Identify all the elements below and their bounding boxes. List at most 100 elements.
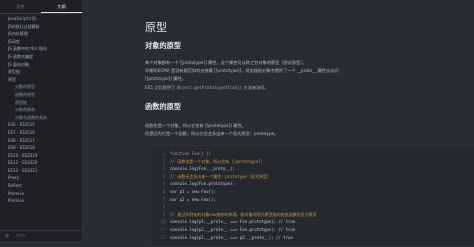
outline-item-label: ES6 - ES2015 (8, 122, 35, 128)
code-line: 9 // 通过实例化的对象new操作的原理，新对象的隐式原型指向构造函数的显式原型 (151, 211, 474, 219)
line-number: 9 (162, 211, 165, 217)
paragraph: 但是因为它是一个函数，所以它还会多出来一个显式原型：prototype。 (145, 131, 279, 136)
outline-item-label: ES9 - ES2018 (8, 145, 35, 151)
page-title: 原型 (145, 21, 167, 34)
chevron-right-icon[interactable]: › (3, 68, 4, 76)
tab-files[interactable]: 文件 (0, 0, 41, 13)
paragraph: ES5 之后提供了 Object.getPrototypeOf(obj) 方法来… (145, 84, 269, 92)
code-text: var p2 = new Foo(); (170, 196, 216, 202)
outline-item-label: Reflect (8, 183, 22, 189)
line-number: 7 (162, 196, 165, 202)
outline-item[interactable]: 对象与函数的关系 (0, 114, 82, 122)
outline-item-label: JS 函数式编程 (8, 53, 33, 59)
outline-item[interactable]: › JS 函数式编程 (0, 53, 82, 61)
outline-item[interactable]: › Promise (0, 190, 82, 198)
outline-item[interactable]: 原型链 (0, 99, 82, 107)
chevron-right-icon[interactable]: › (3, 61, 4, 69)
outline-item-label: Promise (8, 198, 24, 204)
chevron-right-icon[interactable]: › (3, 182, 4, 190)
outline-item-label: Promise (8, 190, 24, 196)
outline-item[interactable]: › 原型链 (0, 68, 82, 76)
sidebar-tabs: 文件 大纲 (0, 0, 82, 14)
paragraph: 早期的ECMA 是没有规范如何去查看 [[prototype]]，浏览器给对象中… (145, 68, 339, 73)
inline-code: Object.getPrototypeOf(obj) (176, 85, 243, 90)
code-text: // 函数还会多出来一个属性：prototype（显式原型） (170, 173, 271, 179)
outline-item-label: JS的执行过程解析 (8, 23, 40, 29)
chevron-right-icon[interactable]: › (3, 144, 4, 152)
code-text: console.log(p1.__proto__ === p2.__proto_… (170, 234, 293, 240)
code-text: // 函数也是一个对象，所以也有 [[prototype]] (170, 158, 263, 164)
outline-item-label: 对象与函数的关系 (15, 114, 47, 120)
outline-item[interactable]: › ES10 - ES2019 (0, 152, 82, 160)
outline-item[interactable]: › JS的执行过程解析 (0, 23, 82, 31)
outline-item-label: Proxy (8, 175, 19, 181)
outline-item[interactable]: › ES6 - ES2015 (0, 121, 82, 129)
outline-item[interactable]: › JavaScript介绍 (0, 15, 82, 23)
chevron-right-icon[interactable]: › (3, 137, 4, 145)
outline-item[interactable]: › ES9 - ES2018 (0, 144, 82, 152)
outline-item-label: 函数的原型 (15, 91, 35, 97)
outline-item[interactable]: › Reflect (0, 182, 82, 190)
outline-item-label: ES12 - ES2021 (8, 167, 38, 173)
code-line: 2 // 函数也是一个对象，所以也有 [[prototype]] (151, 158, 474, 166)
chevron-right-icon[interactable]: › (3, 45, 4, 53)
chevron-right-icon[interactable]: › (3, 30, 4, 38)
line-number: 5 (162, 181, 165, 187)
chevron-right-icon[interactable]: › (3, 53, 4, 61)
chevron-right-icon[interactable]: › (3, 129, 4, 137)
chevron-right-icon[interactable]: › (3, 152, 4, 160)
chevron-right-icon[interactable]: › (3, 23, 4, 31)
add-icon[interactable]: ⊕ (5, 233, 9, 239)
outline-item[interactable]: › JS 函数中的 this 指向 (0, 45, 82, 53)
editor-main: 原型 对象的原型 每个对象都有一个 [[prototype]] 属性，这个属性可… (83, 0, 474, 247)
code-text: console.log(p1.__proto__ === Foo.prototy… (170, 219, 296, 225)
chevron-right-icon[interactable]: › (3, 159, 4, 167)
chevron-right-icon[interactable]: › (3, 167, 4, 175)
outline-item-label: JS 面向对象 (8, 61, 29, 67)
outline-item-label: JS内存管理 (8, 31, 28, 37)
outline-item-label: ES11 - ES2020 (8, 160, 38, 166)
code-line: 8 (151, 203, 474, 211)
outline-item[interactable]: › ES7 - ES2016 (0, 129, 82, 137)
line-number: 3 (162, 166, 165, 172)
outline-item-label: JS闭包 (8, 38, 20, 44)
section-heading-function-prototype: 函数的原型 (145, 102, 181, 111)
line-number: 1 (162, 151, 165, 156)
chevron-right-icon[interactable]: › (3, 38, 4, 46)
chevron-right-icon[interactable]: › (3, 174, 4, 182)
outline-item[interactable]: › ES8 - ES2017 (0, 137, 82, 145)
outline-item[interactable]: 对象的继承 (0, 106, 82, 114)
chevron-right-icon[interactable]: › (3, 76, 4, 84)
sidebar: 文件 大纲 › JavaScript介绍 › JS的执行过程解析 › JS内存管理 › JS闭… (0, 0, 83, 241)
chevron-right-icon[interactable]: › (3, 15, 4, 23)
code-line: 11 console.log(p2.__proto__ === Foo.proto… (151, 226, 474, 234)
code-text: function Foo() {} (170, 151, 211, 156)
outline-item[interactable]: › ES11 - ES2020 (0, 159, 82, 167)
outline-item-label: 原型链 (8, 69, 20, 75)
source-code-icon[interactable]: </> (16, 233, 26, 239)
outline-item[interactable]: › JS内存管理 (0, 30, 82, 38)
tab-outline[interactable]: 大纲 (41, 0, 82, 13)
outline-item[interactable]: › Proxy (0, 174, 82, 182)
code-line: 10 console.log(p1.__proto__ === Foo.proto… (151, 218, 474, 226)
outline-item-label: 原型 (8, 76, 16, 82)
chevron-right-icon[interactable]: › (3, 121, 4, 129)
code-line: 1 function Foo() {} (151, 150, 474, 158)
outline-item[interactable]: 对象的原型 (0, 83, 82, 91)
outline-item-label: ES7 - ES2016 (8, 129, 35, 135)
outline-item-label: 对象的继承 (15, 107, 35, 113)
chevron-right-icon[interactable]: › (3, 190, 4, 198)
code-line: 4 // 函数还会多出来一个属性：prototype（显式原型） (151, 173, 474, 181)
code-line: 6 var p1 = new Foo(); (151, 188, 474, 196)
outline-item[interactable]: 函数的原型 (0, 91, 82, 99)
outline-item[interactable]: › 原型 (0, 76, 82, 84)
outline-item[interactable]: › JS闭包 (0, 38, 82, 46)
outline-item-label: 对象的原型 (15, 84, 35, 90)
outline-item-label: JavaScript介绍 (8, 16, 37, 21)
code-block[interactable]: 1 function Foo() {} 2 // 函数也是一个对象，所以也有 [[pr… (150, 145, 474, 247)
outline-item[interactable]: › ES12 - ES2021 (0, 167, 82, 175)
chevron-right-icon[interactable]: › (3, 197, 4, 205)
paragraph: 函数也是一个对象，所以它也有 [[prototype]] 属性。 (145, 123, 246, 128)
outline-item[interactable]: › JS 面向对象 (0, 61, 82, 69)
outline-item[interactable]: › Promise (0, 197, 82, 205)
